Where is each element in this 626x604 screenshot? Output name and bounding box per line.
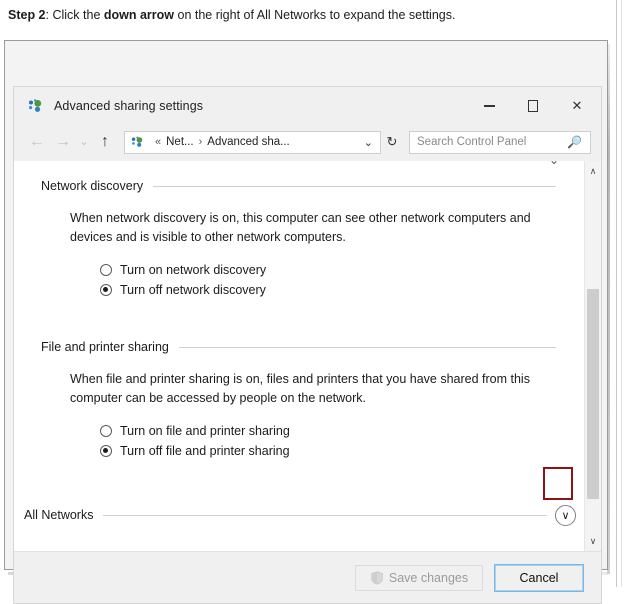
search-placeholder: Search Control Panel (417, 136, 527, 148)
radio-option-turn-off-network-discovery[interactable]: Turn off network discovery (100, 280, 584, 300)
search-box[interactable]: Search Control Panel 🔍 (409, 130, 591, 154)
breadcrumb-item-network[interactable]: Net... (166, 136, 193, 148)
search-icon[interactable]: 🔍 (567, 135, 582, 149)
radio-label: Turn on file and printer sharing (120, 424, 290, 438)
radio-label: Turn off network discovery (120, 283, 266, 297)
section-rule (103, 514, 547, 516)
close-icon: ✕ (571, 98, 583, 113)
caption-bold-phrase: down arrow (103, 8, 175, 22)
network-sharing-icon (26, 96, 46, 116)
radio-indicator-selected[interactable] (100, 284, 112, 296)
chevron-down-icon[interactable]: ∨ (555, 504, 576, 526)
scroll-down-arrow[interactable]: ∨ (585, 533, 601, 550)
breadcrumb-separator: › (198, 136, 203, 148)
radio-indicator[interactable] (100, 264, 112, 276)
section-rule (153, 185, 556, 187)
recent-locations-button[interactable]: ⌄ (76, 129, 92, 155)
breadcrumb-item-advanced-sharing[interactable]: Advanced sha... (207, 136, 289, 148)
radio-label: Turn off file and printer sharing (120, 444, 290, 458)
up-button[interactable]: ↑ (92, 129, 118, 155)
section-title: Network discovery (41, 179, 144, 193)
uac-shield-icon (370, 570, 384, 585)
file-printer-sharing-radio-group: Turn on file and printer sharing Turn of… (100, 421, 584, 461)
radio-option-turn-on-network-discovery[interactable]: Turn on network discovery (100, 260, 584, 280)
page-border-line (616, 0, 617, 587)
section-header-network-discovery: Network discovery (41, 177, 556, 195)
radio-indicator-selected[interactable] (100, 445, 112, 457)
instruction-caption: Step 2: Click the down arrow on the righ… (8, 0, 608, 30)
section-description: When file and printer sharing is on, fil… (70, 372, 530, 405)
vertical-scrollbar[interactable]: ∧ ∨ (584, 161, 601, 551)
window-controls: ✕ (467, 87, 599, 125)
address-bar[interactable]: « Net... › Advanced sha... ⌄ (124, 130, 381, 154)
window-titlebar[interactable]: Advanced sharing settings ✕ (14, 87, 601, 125)
step-label: Step 2 (8, 8, 46, 22)
settings-scroll-content: ⌄ Network discovery When network discove… (14, 161, 584, 551)
navigation-bar: ← → ⌄ ↑ « Net... › Advanced sha... ⌄ ↻ S… (14, 125, 601, 161)
maximize-button[interactable] (511, 87, 555, 125)
settings-content-area: ⌄ Network discovery When network discove… (14, 161, 601, 551)
forward-button[interactable]: → (50, 129, 76, 155)
advanced-sharing-settings-window: Advanced sharing settings ✕ ← → ⌄ ↑ « Ne… (13, 86, 602, 604)
address-dropdown-icon[interactable]: ⌄ (364, 136, 373, 149)
caption-text-2: on the right of All Networks to expand t… (174, 8, 456, 22)
close-button[interactable]: ✕ (555, 87, 599, 125)
address-network-icon (130, 134, 146, 150)
page-border-line-outer (621, 0, 622, 587)
section-header-all-networks[interactable]: All Networks ∨ (24, 504, 584, 526)
section-title: File and printer sharing (41, 340, 169, 354)
section-description: When network discovery is on, this compu… (70, 211, 531, 244)
scrollbar-thumb[interactable] (587, 289, 599, 499)
save-changes-label: Save changes (388, 570, 469, 585)
back-button[interactable]: ← (24, 129, 50, 155)
window-title: Advanced sharing settings (54, 99, 204, 113)
all-networks-label: All Networks (24, 508, 94, 522)
network-discovery-radio-group: Turn on network discovery Turn off netwo… (100, 260, 584, 300)
section-rule (178, 346, 556, 348)
breadcrumb-overflow[interactable]: « (155, 136, 161, 148)
minimize-icon (483, 105, 495, 107)
dialog-footer: Save changes Cancel (14, 551, 601, 603)
maximize-icon (528, 100, 538, 112)
refresh-button[interactable]: ↻ (381, 131, 403, 154)
radio-option-turn-on-file-printer-sharing[interactable]: Turn on file and printer sharing (100, 421, 584, 441)
radio-label: Turn on network discovery (120, 263, 267, 277)
radio-option-turn-off-file-printer-sharing[interactable]: Turn off file and printer sharing (100, 441, 584, 461)
screenshot-frame: Advanced sharing settings ✕ ← → ⌄ ↑ « Ne… (4, 40, 608, 604)
cancel-label: Cancel (519, 570, 559, 585)
minimize-button[interactable] (467, 87, 511, 125)
section-header-file-printer-sharing: File and printer sharing (41, 338, 556, 356)
caption-text-1: : Click the (45, 8, 104, 22)
scroll-up-arrow[interactable]: ∧ (585, 163, 601, 180)
radio-indicator[interactable] (100, 425, 112, 437)
previous-section-collapse-icon[interactable]: ⌄ (546, 161, 562, 168)
